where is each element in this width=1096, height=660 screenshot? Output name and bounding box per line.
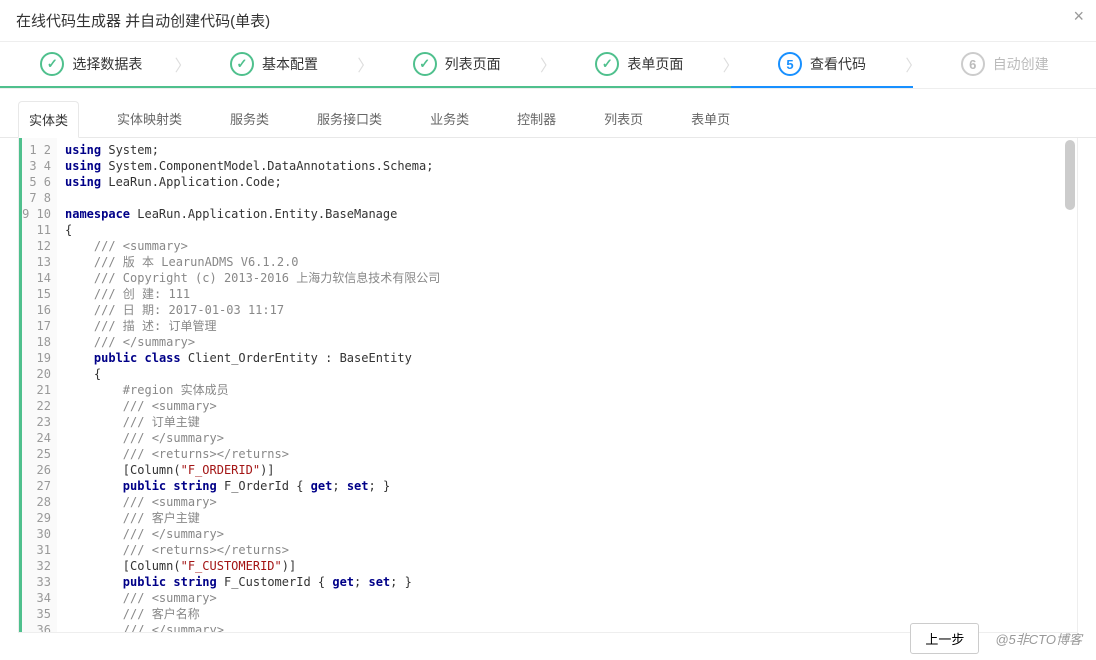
check-icon: ✓ (230, 52, 254, 76)
chevron-right-icon: 〉 (538, 42, 558, 86)
wizard-step-2[interactable]: ✓基本配置〉 (183, 42, 366, 88)
scrollbar-vertical[interactable] (1065, 140, 1075, 210)
step-label: 表单页面 (627, 54, 683, 74)
step-number-icon: 5 (778, 52, 802, 76)
tab-7[interactable]: 表单页 (681, 101, 740, 137)
chevron-right-icon: 〉 (903, 42, 923, 86)
wizard-step-4[interactable]: ✓表单页面〉 (548, 42, 731, 88)
watermark-text: @5非CTO博客 (995, 629, 1082, 648)
dialog-header: 在线代码生成器 并自动创建代码(单表) × (0, 0, 1096, 41)
wizard-step-5[interactable]: 5查看代码〉 (731, 42, 914, 88)
tab-1[interactable]: 实体映射类 (107, 101, 192, 137)
step-label: 列表页面 (445, 54, 501, 74)
tab-3[interactable]: 服务接口类 (307, 101, 392, 137)
chevron-right-icon: 〉 (173, 42, 193, 86)
chevron-right-icon: 〉 (721, 42, 741, 86)
dialog-footer: 上一步 @5非CTO博客 (910, 623, 1082, 654)
line-gutter: 1 2 3 4 5 6 7 8 9 10 11 12 13 14 15 16 1… (19, 138, 57, 632)
code-content: using System; using System.ComponentMode… (57, 138, 1077, 632)
check-icon: ✓ (413, 52, 437, 76)
wizard-steps: ✓ 选择数据表 〉 ✓ 基本配置 〉 ✓ 列表页面 〉 ✓ 表单页面 〉 5 查看代码 〉 6 自动创建 (0, 41, 1096, 89)
tab-2[interactable]: 服务类 (220, 101, 279, 137)
tab-5[interactable]: 控制器 (507, 101, 566, 137)
tab-4[interactable]: 业务类 (420, 101, 479, 137)
prev-button[interactable]: 上一步 (910, 623, 979, 654)
wizard-step-1[interactable]: ✓选择数据表〉 (0, 42, 183, 88)
tab-6[interactable]: 列表页 (594, 101, 653, 137)
tab-0[interactable]: 实体类 (18, 101, 79, 138)
dialog-title: 在线代码生成器 并自动创建代码(单表) (16, 13, 270, 30)
chevron-right-icon: 〉 (355, 42, 375, 86)
step-label: 自动创建 (993, 54, 1049, 74)
step-label: 选择数据表 (72, 54, 142, 74)
step-number-icon: 6 (961, 52, 985, 76)
code-tabs: 实体类实体映射类服务类服务接口类业务类控制器列表页表单页 (0, 89, 1096, 138)
code-editor: 1 2 3 4 5 6 7 8 9 10 11 12 13 14 15 16 1… (18, 138, 1078, 633)
step-label: 基本配置 (262, 54, 318, 74)
step-label: 查看代码 (810, 54, 866, 74)
check-icon: ✓ (40, 52, 64, 76)
wizard-step-6[interactable]: 6 自动创建 (913, 42, 1096, 88)
close-icon[interactable]: × (1073, 6, 1084, 27)
check-icon: ✓ (595, 52, 619, 76)
wizard-step-3[interactable]: ✓列表页面〉 (365, 42, 548, 88)
